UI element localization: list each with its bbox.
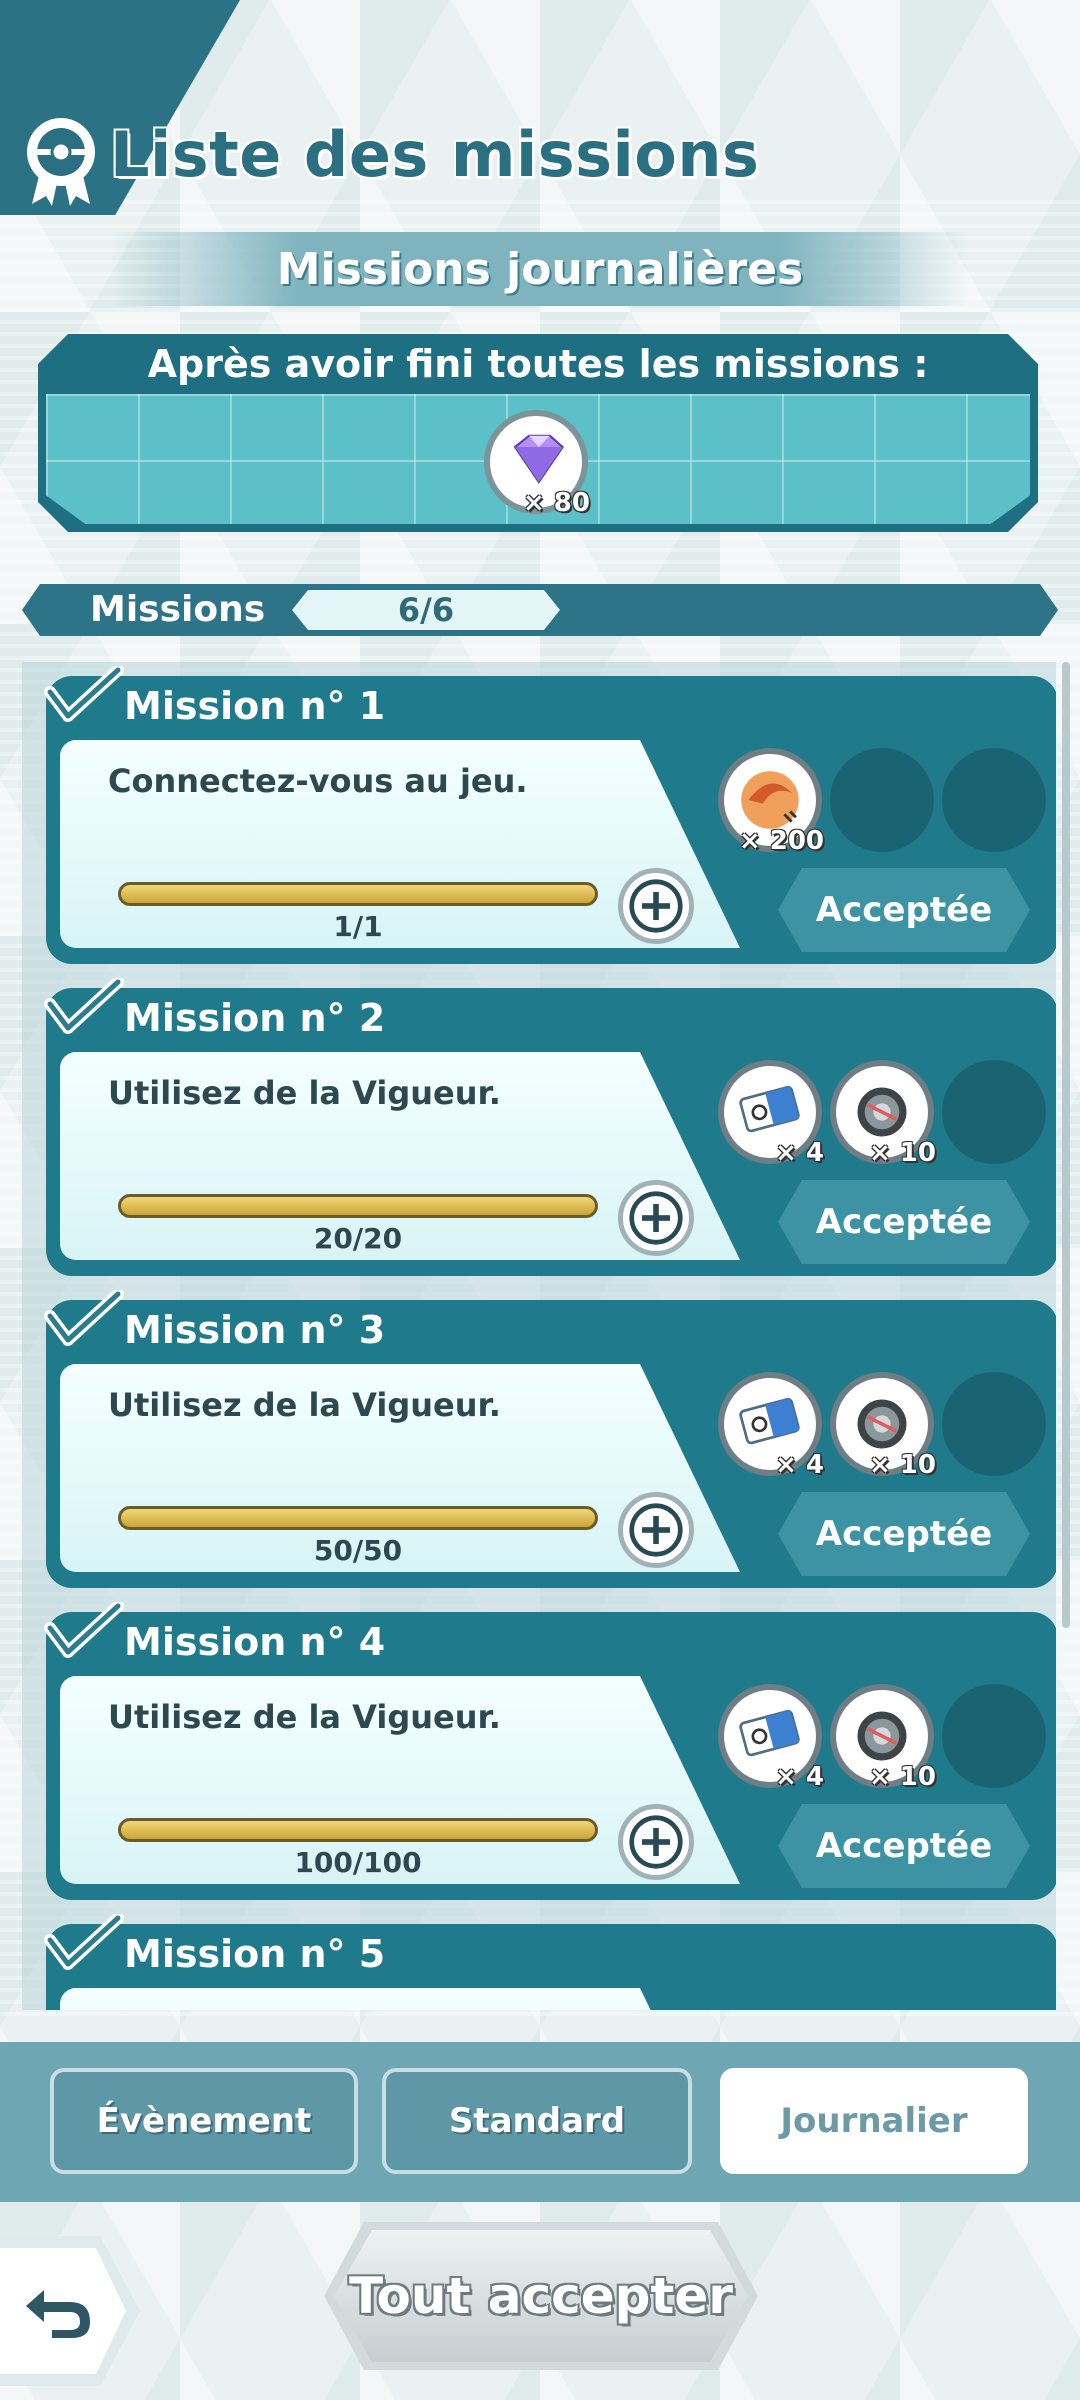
- details-button[interactable]: [618, 1180, 694, 1256]
- reward-item[interactable]: × 4: [718, 1372, 824, 1480]
- gem-icon: [513, 434, 564, 484]
- ticket-icon: [739, 1397, 800, 1445]
- plus-icon: [629, 1815, 683, 1869]
- empty-reward-slot: [942, 1372, 1046, 1476]
- section-banner: Missions journalières: [110, 232, 970, 306]
- reward-item[interactable]: × 4: [718, 1684, 824, 1792]
- mission-description: Utilisez de la Vigueur.: [108, 1386, 501, 1424]
- tab-standard[interactable]: Standard: [382, 2068, 692, 2174]
- plus-icon: [629, 879, 683, 933]
- mission-card: Mission n° 1 Connectez-vous au jeu. 1/1 …: [44, 666, 1056, 964]
- tab-journalier[interactable]: Journalier: [720, 2068, 1028, 2174]
- progress-bar: [118, 1818, 598, 1842]
- reward-item[interactable]: × 10: [830, 1060, 936, 1168]
- mission-title: Mission n° 5: [124, 1932, 386, 1976]
- mission-title: Mission n° 4: [124, 1620, 386, 1664]
- mission-body: [60, 1988, 740, 2010]
- completion-reward-label: Après avoir fini toutes les missions :: [147, 342, 929, 386]
- reward-quantity: × 10: [868, 1450, 936, 1480]
- accepted-button[interactable]: Acceptée: [778, 868, 1030, 952]
- empty-reward-slot: [942, 1684, 1046, 1788]
- tab-evenement[interactable]: Évènement: [50, 2068, 358, 2174]
- reward-quantity: × 4: [775, 1138, 824, 1168]
- reward-quantity: × 200: [738, 826, 824, 856]
- checkmark-icon: [44, 1914, 124, 1970]
- mission-title: Mission n° 2: [124, 996, 386, 1040]
- progress-text: 50/50: [313, 1534, 403, 1567]
- mission-description: Connectez-vous au jeu.: [108, 762, 528, 800]
- progress-bar: [118, 882, 598, 906]
- ticket-icon: [739, 1085, 800, 1133]
- mission-title: Mission n° 1: [124, 684, 386, 728]
- mission-card: Mission n° 2 Utilisez de la Vigueur. 20/…: [44, 978, 1056, 1276]
- mission-description: Utilisez de la Vigueur.: [108, 1698, 501, 1736]
- progress-bar: [118, 1506, 598, 1530]
- completion-reward-quantity: × 80: [522, 488, 590, 518]
- accepted-button[interactable]: Acceptée: [778, 1804, 1030, 1888]
- progress-text: 20/20: [313, 1222, 403, 1255]
- missions-counter-value: 6/6: [292, 590, 560, 630]
- plus-icon: [629, 1191, 683, 1245]
- details-button[interactable]: [618, 868, 694, 944]
- checkmark-icon: [44, 978, 124, 1034]
- page-title: Liste des missions: [110, 118, 760, 191]
- mission-card: Mission n° 4 Utilisez de la Vigueur. 100…: [44, 1602, 1056, 1900]
- empty-reward-slot: [942, 748, 1046, 852]
- scrollbar[interactable]: [1062, 662, 1070, 1628]
- reward-item[interactable]: × 4: [718, 1060, 824, 1168]
- checkmark-icon: [44, 1602, 124, 1658]
- progress-text: 100/100: [294, 1846, 422, 1879]
- mission-title: Mission n° 3: [124, 1308, 386, 1352]
- accept-all-button[interactable]: Tout accepter: [334, 2230, 748, 2362]
- checkmark-icon: [44, 666, 124, 722]
- section-title: Missions journalières: [276, 243, 804, 295]
- accepted-button[interactable]: Acceptée: [778, 1492, 1030, 1576]
- reward-quantity: × 10: [868, 1762, 936, 1792]
- reward-quantity: × 4: [775, 1762, 824, 1792]
- reward-item[interactable]: × 200: [718, 748, 824, 856]
- mission-card: Mission n° 5: [44, 1914, 1056, 2010]
- mission-card: Mission n° 3 Utilisez de la Vigueur. 50/…: [44, 1290, 1056, 1588]
- details-button[interactable]: [618, 1492, 694, 1568]
- reward-item[interactable]: × 10: [830, 1684, 936, 1792]
- reward-quantity: × 10: [868, 1138, 936, 1168]
- reward-quantity: × 4: [775, 1450, 824, 1480]
- mission-description: Utilisez de la Vigueur.: [108, 1074, 501, 1112]
- progress-text: 1/1: [333, 910, 383, 943]
- reward-item[interactable]: × 10: [830, 1372, 936, 1480]
- plus-icon: [629, 1503, 683, 1557]
- back-arrow-icon: [26, 2290, 90, 2338]
- checkmark-icon: [44, 1290, 124, 1346]
- progress-bar: [118, 1194, 598, 1218]
- medal-icon: [27, 118, 95, 206]
- details-button[interactable]: [618, 1804, 694, 1880]
- empty-reward-slot: [830, 748, 934, 852]
- accepted-button[interactable]: Acceptée: [778, 1180, 1030, 1264]
- missions-counter-label: Missions: [90, 589, 266, 630]
- empty-reward-slot: [942, 1060, 1046, 1164]
- completion-reward-item[interactable]: × 80: [484, 410, 590, 518]
- missions-list[interactable]: Mission n° 1 Connectez-vous au jeu. 1/1 …: [22, 662, 1056, 2010]
- ticket-icon: [739, 1709, 800, 1757]
